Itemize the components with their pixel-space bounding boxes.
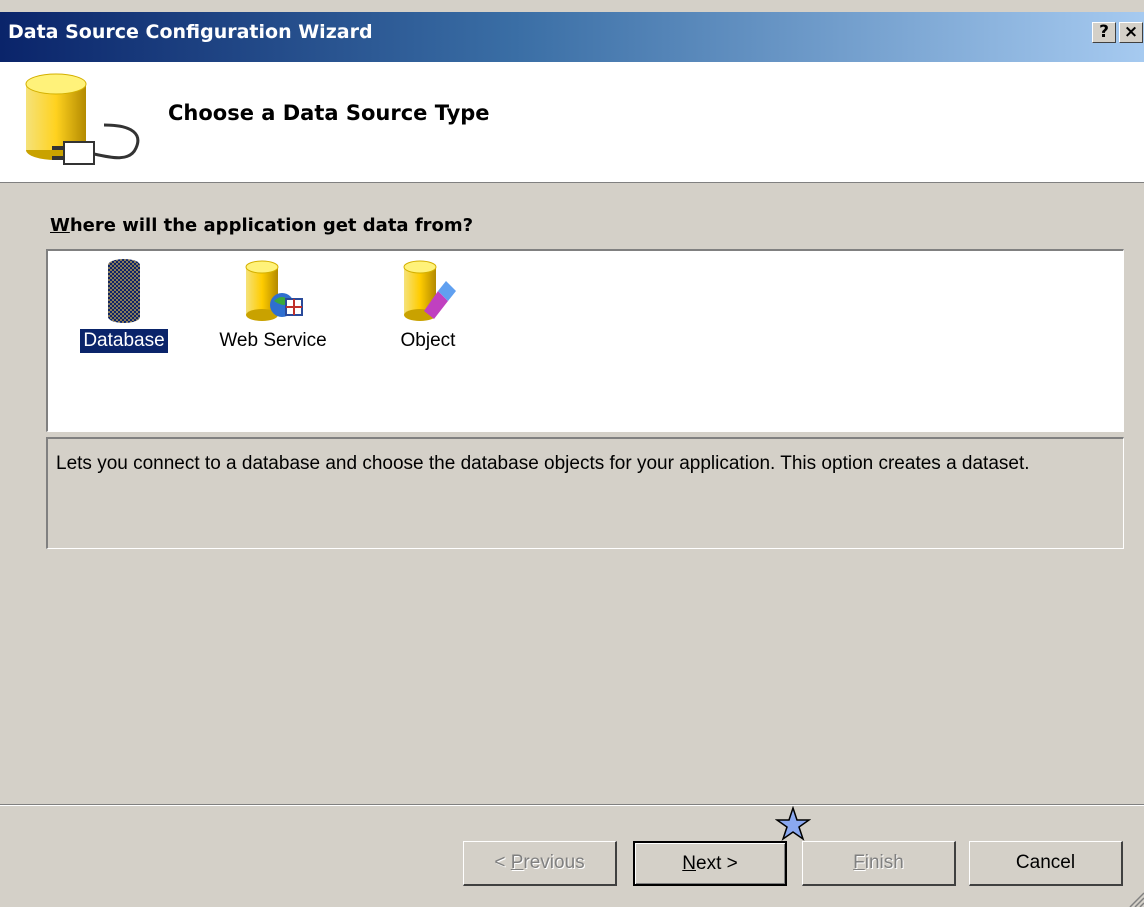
data-source-type-list[interactable]: Database Web Service Object <box>46 249 1124 432</box>
finish-mnemonic: F <box>853 852 865 873</box>
footer-divider <box>0 804 1144 806</box>
previous-rest: revious <box>523 852 585 873</box>
window-title: Data Source Configuration Wizard <box>8 21 373 43</box>
page-title: Choose a Data Source Type <box>168 101 490 125</box>
finish-button[interactable]: Finish <box>802 841 956 886</box>
data-source-plug-icon <box>24 70 144 184</box>
resize-grip-icon[interactable] <box>1124 887 1144 907</box>
description-box: Lets you connect to a database and choos… <box>46 437 1124 549</box>
question-mnemonic: W <box>50 215 70 236</box>
description-text: Lets you connect to a database and choos… <box>56 453 1030 474</box>
finish-rest: inish <box>864 852 904 873</box>
list-item-web-service[interactable]: Web Service <box>208 259 338 353</box>
web-service-icon <box>245 260 303 321</box>
list-item-database[interactable]: Database <box>72 259 176 354</box>
web-service-label: Web Service <box>219 330 327 351</box>
question-text: here will the application get data from? <box>69 215 474 236</box>
previous-prefix: < <box>494 852 511 873</box>
next-rest: ext > <box>696 853 738 874</box>
help-button[interactable]: ? <box>1092 22 1116 43</box>
list-item-object[interactable]: Object <box>378 259 478 353</box>
next-button[interactable]: Next > <box>633 841 787 886</box>
wizard-window: Data Source Configuration Wizard ? × Cho… <box>0 0 1144 907</box>
previous-button[interactable]: < Previous <box>463 841 617 886</box>
next-mnemonic: N <box>682 853 696 874</box>
data-source-question: Where will the application get data from… <box>50 215 473 236</box>
previous-mnemonic: P <box>510 852 524 873</box>
database-icon <box>108 259 140 323</box>
cancel-button[interactable]: Cancel <box>969 841 1123 886</box>
object-icon <box>403 260 456 321</box>
close-button[interactable]: × <box>1119 22 1143 43</box>
star-marker-icon <box>775 806 811 841</box>
database-label: Database <box>79 328 169 354</box>
object-label: Object <box>400 330 456 351</box>
